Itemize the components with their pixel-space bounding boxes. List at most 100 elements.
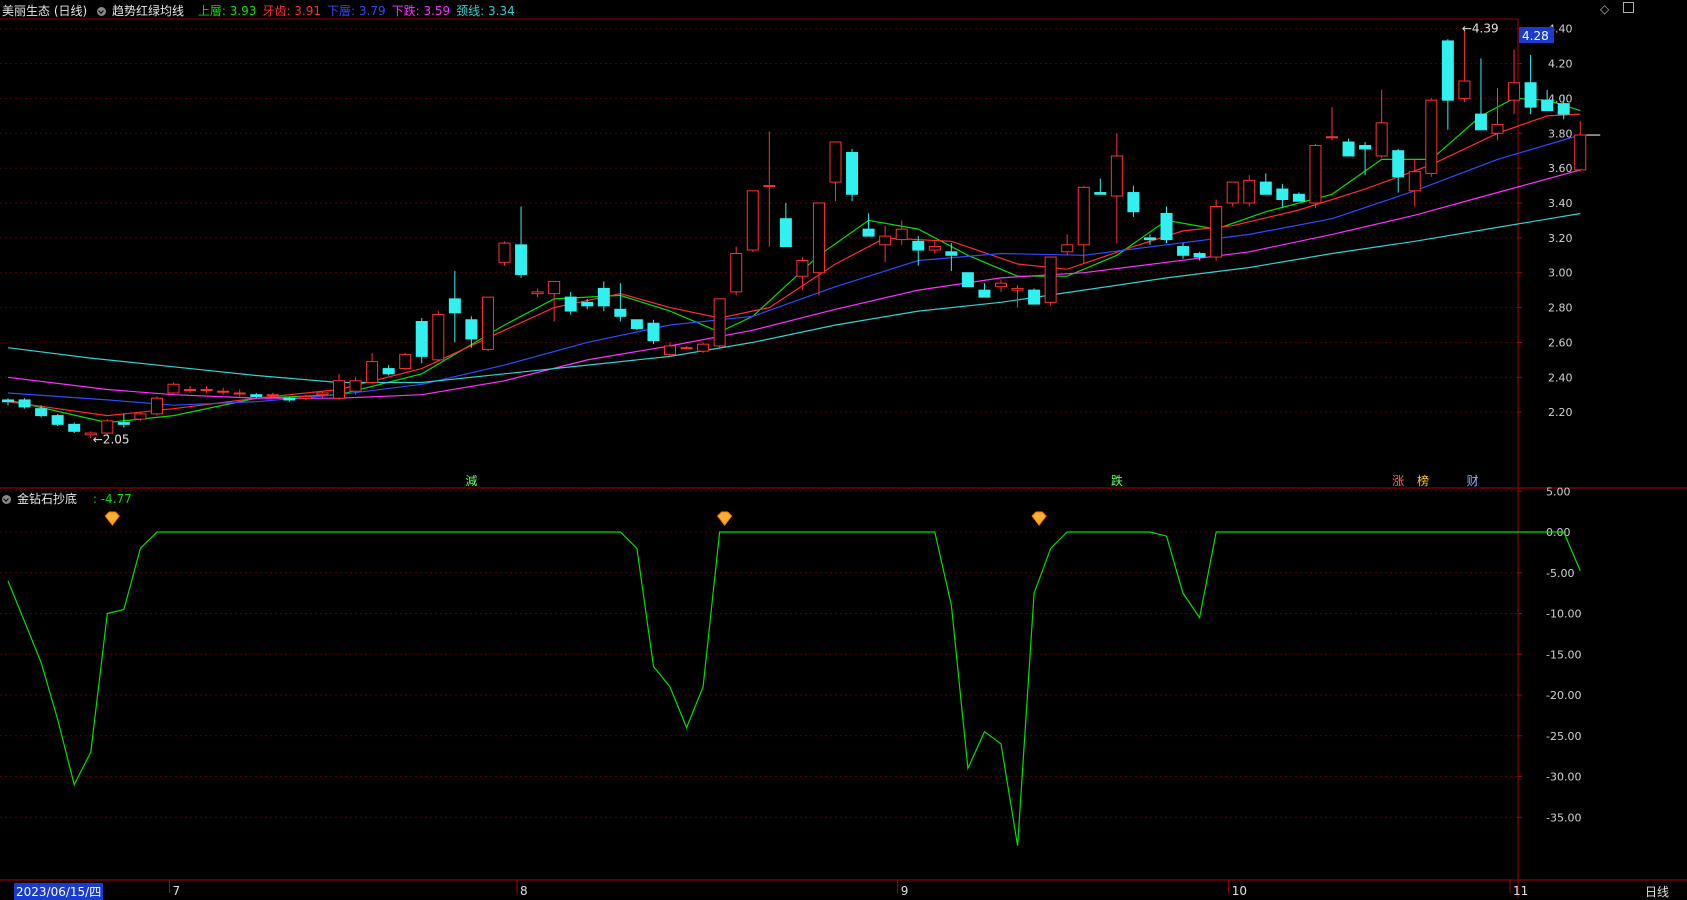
candle [68,423,81,432]
price-tick-label-10: 2.40 [1548,371,1573,384]
current-price-tag: 4.28 [1522,29,1549,43]
candle [1044,256,1057,303]
ma-line-2 [7,134,1581,406]
price-tick-label-6: 3.20 [1548,232,1573,245]
candle [1541,99,1554,112]
candle [564,296,577,312]
candle [1292,193,1305,202]
candle [399,354,412,370]
diamond-icon-1 [716,511,733,526]
period-label[interactable]: 日线 [1645,883,1669,900]
candle [895,228,908,241]
price-tick-label-9: 2.60 [1548,336,1573,349]
candle [1375,122,1388,157]
candle [912,240,925,251]
candle [581,301,594,307]
candle [1408,171,1421,192]
low-price-label: ←2.05 [93,432,130,446]
candle [167,383,180,394]
candle [846,151,859,195]
candle [1127,192,1140,213]
candle [1028,289,1041,305]
stock-chart-window: 美丽生态 (日线) 趋势红绿均线 上層: 3.93 牙齿: 3.91 下層: 3.7… [0,0,1687,900]
candle [18,399,31,408]
candle [250,394,263,397]
candle [1094,192,1107,195]
ma-line-4 [7,212,1581,384]
candle [217,390,230,393]
candle [1226,181,1239,204]
candle [1143,237,1156,241]
sub-tick-label-4: -15.00 [1546,648,1581,661]
sub-tick-label-0: 5.00 [1546,485,1571,498]
start-date-label: 2023/06/15/四 [14,883,104,900]
candle [1061,244,1074,253]
candle [796,260,809,277]
candle [481,296,494,350]
candle [961,272,974,288]
candle [1110,155,1123,197]
candle [862,228,875,237]
candle [647,322,660,342]
candle [779,218,792,248]
candle [2,399,14,403]
sub-tick-label-2: -5.00 [1546,567,1574,580]
candle [548,280,561,295]
candle [1326,136,1338,139]
signal-marker-1: 跌 [1111,473,1123,488]
candle [995,282,1007,288]
candle [448,298,461,314]
candle [978,289,991,298]
candle [879,235,892,246]
candle [1259,181,1272,195]
candle [266,394,279,397]
candle [515,244,528,275]
candle [498,242,511,263]
candle [1243,179,1256,204]
candle [415,321,428,357]
diamond-icon-0 [104,511,120,526]
candle [945,251,958,256]
candle [465,319,478,340]
candle [51,415,64,425]
candle [134,413,147,420]
sub-tick-label-6: -25.00 [1546,730,1581,743]
sub-tick-label-7: -30.00 [1546,771,1581,784]
candle [117,422,130,425]
candle [630,319,643,329]
candle [1425,99,1438,174]
candle [35,408,48,417]
candle [680,347,693,350]
month-label-3: 10 [1232,884,1247,898]
candle [1276,188,1289,201]
candle [812,202,825,274]
candle [150,397,163,415]
price-tick-label-5: 3.40 [1548,197,1573,210]
candle [1309,144,1322,204]
candle [316,392,329,396]
candle [1077,186,1090,246]
candle [1193,253,1206,258]
candle [184,388,197,391]
candle [1359,144,1372,150]
candle [1342,141,1355,157]
price-tick-label-1: 4.20 [1548,58,1573,71]
candle [597,287,610,307]
candle [200,388,213,391]
candle [349,380,362,392]
diamond-icon-2 [1031,511,1047,526]
month-label-2: 9 [901,884,909,898]
price-tick-label-11: 2.20 [1548,406,1573,419]
candle [928,246,941,251]
candle [1557,103,1570,115]
chart-canvas[interactable]: 4.404.204.003.803.603.403.203.002.802.60… [0,0,1687,898]
month-label-0: 7 [173,884,181,898]
candle [382,368,395,375]
candle [664,345,676,356]
candle [1160,212,1173,241]
signal-marker-2: 涨 [1392,473,1404,488]
high-price-label: ←4.39 [1462,21,1499,35]
month-label-4: 11 [1513,884,1528,898]
candle [283,397,296,401]
candle [1491,124,1504,134]
